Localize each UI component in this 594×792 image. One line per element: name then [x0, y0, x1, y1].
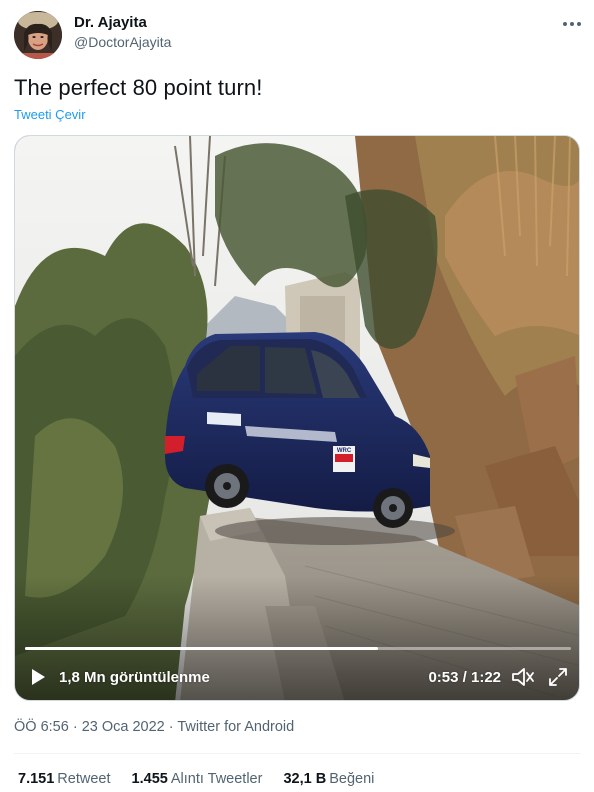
- tweet-timestamp[interactable]: ÖÖ 6:56 · 23 Oca 2022 · Twitter for Andr…: [14, 718, 294, 736]
- likes-count: 32,1 B: [283, 771, 327, 787]
- view-count: 1,8 Mn görüntülenme: [59, 669, 210, 686]
- divider: [14, 753, 580, 754]
- likes-stat[interactable]: 32,1 B Beğeni: [283, 770, 374, 788]
- display-name[interactable]: Dr. Ajayita: [74, 14, 171, 32]
- video-progress-fill: [25, 647, 378, 650]
- user-handle[interactable]: @DoctorAjayita: [74, 33, 171, 51]
- tweet-header: Dr. Ajayita @DoctorAjayita: [14, 10, 584, 60]
- dot: [563, 22, 567, 26]
- video-controls: 1,8 Mn görüntülenme 0:53 / 1:22: [15, 660, 579, 692]
- more-options-icon[interactable]: [560, 14, 584, 34]
- video-progress-bar[interactable]: [25, 647, 571, 650]
- fullscreen-icon[interactable]: [547, 666, 569, 688]
- retweets-label: Retweet: [57, 771, 111, 787]
- quotes-count: 1.455: [131, 771, 168, 787]
- dot: [577, 22, 581, 26]
- video-time: 0:53 / 1:22: [428, 669, 501, 686]
- video-frame: WRC: [15, 136, 579, 700]
- retweets-count: 7.151: [18, 771, 55, 787]
- retweets-stat[interactable]: 7.151 Retweet: [18, 770, 111, 788]
- tweet-stats: 7.151 Retweet 1.455 Alıntı Tweetler 32,1 B…: [18, 770, 391, 788]
- dot: [570, 22, 574, 26]
- user-info[interactable]: Dr. Ajayita @DoctorAjayita: [74, 14, 171, 51]
- quote-tweets-stat[interactable]: 1.455 Alıntı Tweetler: [132, 770, 263, 788]
- translate-tweet-link[interactable]: Tweeti Çevir: [14, 107, 86, 123]
- likes-label: Beğeni: [329, 771, 375, 787]
- video-player[interactable]: WRC 1,8 Mn görüntülenme 0:53 / 1:22: [14, 135, 580, 701]
- profile-photo-icon: [14, 11, 62, 59]
- volume-icon[interactable]: [511, 666, 535, 688]
- tweet-text: The perfect 80 point turn!: [14, 75, 263, 100]
- avatar[interactable]: [14, 11, 62, 59]
- quotes-label: Alıntı Tweetler: [170, 771, 263, 787]
- play-icon[interactable]: [29, 668, 47, 686]
- car-plate-text: WRC: [337, 448, 352, 454]
